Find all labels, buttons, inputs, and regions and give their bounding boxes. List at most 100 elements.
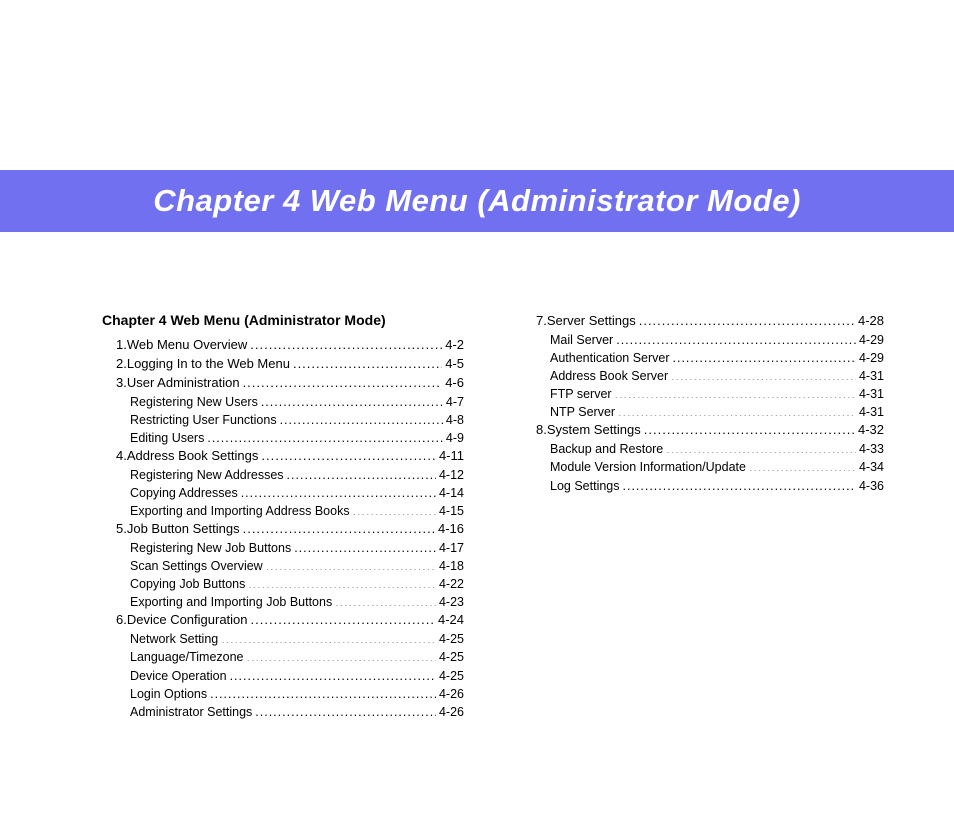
toc-entry-page: 4-14	[439, 484, 464, 502]
toc-container: Chapter 4 Web Menu (Administrator Mode) …	[102, 312, 884, 721]
toc-sub-entry[interactable]: Log Settings 4-36	[522, 477, 884, 495]
toc-leader-dots	[623, 477, 856, 490]
toc-entry-label: Exporting and Importing Address Books	[130, 502, 350, 520]
toc-leader-dots	[671, 368, 856, 381]
toc-sub-entry[interactable]: Copying Job Buttons 4-22	[102, 575, 464, 593]
toc-entry-label: Logging In to the Web Menu	[127, 355, 290, 374]
toc-section[interactable]: 4. Address Book Settings 4-11	[102, 447, 464, 466]
toc-section[interactable]: 2. Logging In to the Web Menu 4-5	[102, 355, 464, 374]
toc-entry-label: Backup and Restore	[550, 440, 663, 458]
toc-entry-label: Device Operation	[130, 667, 227, 685]
toc-leader-dots	[241, 484, 436, 497]
toc-sub-entry[interactable]: Module Version Information/Update 4-34	[522, 458, 884, 476]
toc-entry-page: 4-31	[859, 403, 884, 421]
toc-entry-page: 4-6	[445, 374, 464, 393]
toc-entry-page: 4-28	[858, 312, 884, 331]
toc-entry-page: 4-25	[439, 667, 464, 685]
toc-leader-dots	[230, 667, 436, 680]
toc-entry-label: Restricting User Functions	[130, 411, 277, 429]
toc-entry-label: Network Setting	[130, 630, 218, 648]
toc-leader-dots	[210, 685, 436, 698]
toc-leader-dots	[247, 649, 436, 662]
toc-sub-entry[interactable]: Scan Settings Overview 4-18	[102, 557, 464, 575]
toc-entry-page: 4-32	[858, 421, 884, 440]
toc-entry-number: 8.	[536, 421, 547, 440]
toc-sub-entry[interactable]: Address Book Server 4-31	[522, 367, 884, 385]
toc-entry-page: 4-9	[446, 429, 464, 447]
toc-entry-label: User Administration	[127, 374, 240, 393]
toc-entry-label: Scan Settings Overview	[130, 557, 263, 575]
toc-right-column: 7. Server Settings 4-28Mail Server 4-29A…	[522, 312, 884, 721]
toc-sub-entry[interactable]: Editing Users 4-9	[102, 429, 464, 447]
toc-entry-page: 4-31	[859, 367, 884, 385]
toc-entry-label: FTP server	[550, 385, 612, 403]
toc-left-column: Chapter 4 Web Menu (Administrator Mode) …	[102, 312, 464, 721]
toc-leader-dots	[644, 421, 855, 434]
toc-left-list: 1. Web Menu Overview 4-22. Logging In to…	[102, 336, 464, 721]
toc-entry-page: 4-36	[859, 477, 884, 495]
toc-sub-entry[interactable]: Language/Timezone 4-25	[102, 648, 464, 666]
toc-leader-dots	[749, 459, 856, 472]
toc-entry-number: 1.	[116, 336, 127, 355]
toc-entry-label: Language/Timezone	[130, 648, 244, 666]
toc-section[interactable]: 1. Web Menu Overview 4-2	[102, 336, 464, 355]
toc-entry-page: 4-17	[439, 539, 464, 557]
toc-entry-label: NTP Server	[550, 403, 615, 421]
toc-entry-label: Server Settings	[547, 312, 636, 331]
toc-entry-page: 4-26	[439, 703, 464, 721]
toc-entry-page: 4-2	[445, 336, 464, 355]
toc-leader-dots	[251, 611, 435, 624]
toc-sub-entry[interactable]: Exporting and Importing Address Books 4-…	[102, 502, 464, 520]
toc-leader-dots	[266, 558, 436, 571]
toc-section[interactable]: 8. System Settings 4-32	[522, 421, 884, 440]
toc-entry-page: 4-24	[438, 611, 464, 630]
toc-sub-entry[interactable]: Authentication Server 4-29	[522, 349, 884, 367]
toc-entry-page: 4-18	[439, 557, 464, 575]
toc-leader-dots	[639, 312, 855, 325]
toc-entry-page: 4-23	[439, 593, 464, 611]
toc-leader-dots	[207, 429, 443, 442]
toc-sub-entry[interactable]: Restricting User Functions 4-8	[102, 411, 464, 429]
toc-sub-entry[interactable]: FTP server 4-31	[522, 385, 884, 403]
toc-entry-page: 4-16	[438, 520, 464, 539]
toc-entry-page: 4-29	[859, 349, 884, 367]
toc-section[interactable]: 6. Device Configuration 4-24	[102, 611, 464, 630]
toc-sub-entry[interactable]: NTP Server 4-31	[522, 403, 884, 421]
toc-entry-page: 4-5	[445, 355, 464, 374]
toc-entry-page: 4-15	[439, 502, 464, 520]
toc-sub-entry[interactable]: Device Operation 4-25	[102, 667, 464, 685]
toc-sub-entry[interactable]: Registering New Job Buttons 4-17	[102, 539, 464, 557]
toc-sub-entry[interactable]: Registering New Addresses 4-12	[102, 466, 464, 484]
toc-sub-entry[interactable]: Registering New Users 4-7	[102, 393, 464, 411]
toc-section[interactable]: 3. User Administration 4-6	[102, 374, 464, 393]
toc-sub-entry[interactable]: Copying Addresses 4-14	[102, 484, 464, 502]
toc-entry-label: Administrator Settings	[130, 703, 252, 721]
toc-sub-entry[interactable]: Login Options 4-26	[102, 685, 464, 703]
toc-section[interactable]: 5. Job Button Settings 4-16	[102, 520, 464, 539]
chapter-banner: Chapter 4 Web Menu (Administrator Mode)	[0, 170, 954, 232]
toc-entry-number: 5.	[116, 520, 127, 539]
toc-entry-label: Registering New Users	[130, 393, 258, 411]
toc-sub-entry[interactable]: Network Setting 4-25	[102, 630, 464, 648]
toc-header: Chapter 4 Web Menu (Administrator Mode)	[102, 312, 464, 328]
toc-entry-label: Web Menu Overview	[127, 336, 247, 355]
toc-entry-label: Mail Server	[550, 331, 613, 349]
toc-leader-dots	[243, 520, 435, 533]
toc-entry-label: System Settings	[547, 421, 641, 440]
toc-entry-page: 4-8	[446, 411, 464, 429]
toc-entry-label: Copying Addresses	[130, 484, 238, 502]
toc-entry-label: Log Settings	[550, 477, 620, 495]
toc-entry-label: Address Book Server	[550, 367, 668, 385]
toc-entry-label: Registering New Addresses	[130, 466, 284, 484]
toc-entry-page: 4-7	[446, 393, 464, 411]
toc-section[interactable]: 7. Server Settings 4-28	[522, 312, 884, 331]
toc-leader-dots	[673, 349, 856, 362]
toc-entry-label: Editing Users	[130, 429, 204, 447]
toc-sub-entry[interactable]: Exporting and Importing Job Buttons 4-23	[102, 593, 464, 611]
toc-leader-dots	[221, 631, 436, 644]
toc-entry-label: Exporting and Importing Job Buttons	[130, 593, 332, 611]
toc-leader-dots	[616, 331, 856, 344]
toc-sub-entry[interactable]: Administrator Settings 4-26	[102, 703, 464, 721]
toc-sub-entry[interactable]: Mail Server 4-29	[522, 331, 884, 349]
toc-sub-entry[interactable]: Backup and Restore 4-33	[522, 440, 884, 458]
